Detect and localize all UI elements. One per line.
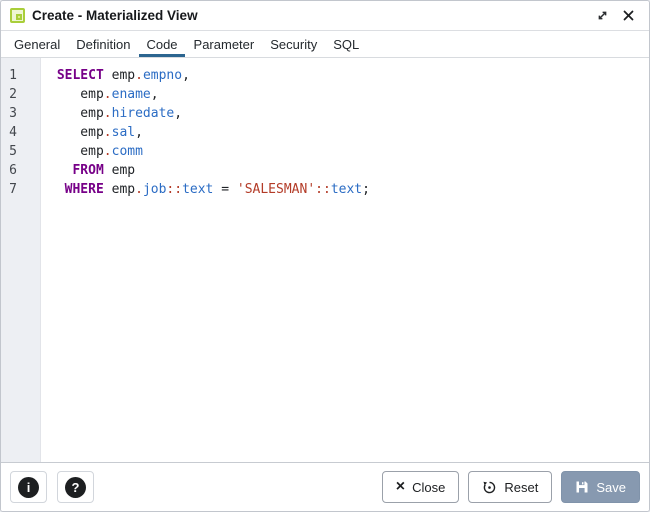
tab-sql[interactable]: SQL — [326, 31, 366, 57]
reset-icon — [482, 480, 497, 495]
expand-icon[interactable] — [593, 7, 611, 25]
reset-button-label: Reset — [504, 480, 538, 495]
info-icon: i — [18, 477, 39, 498]
line-number: 1 — [1, 66, 17, 85]
line-number: 4 — [1, 123, 17, 142]
code-line[interactable]: emp.hiredate, — [49, 104, 645, 123]
line-number: 6 — [1, 161, 17, 180]
code-line[interactable]: emp.ename, — [49, 85, 645, 104]
code-lines[interactable]: SELECT emp.empno, emp.ename, emp.hiredat… — [41, 58, 649, 462]
dialog-title: Create - Materialized View — [32, 8, 198, 23]
close-x-icon: × — [396, 479, 405, 495]
dialog-footer: i ? × Close Reset — [1, 462, 649, 511]
line-number-gutter: 1234567 — [1, 58, 41, 462]
tab-code[interactable]: Code — [139, 31, 184, 57]
close-button[interactable]: × Close — [382, 471, 460, 503]
code-line[interactable]: emp.comm — [49, 142, 645, 161]
code-line[interactable]: FROM emp — [49, 161, 645, 180]
line-number: 7 — [1, 180, 17, 199]
close-icon[interactable] — [619, 7, 637, 25]
dialog-titlebar: Create - Materialized View — [1, 1, 649, 31]
tab-parameter[interactable]: Parameter — [187, 31, 262, 57]
tab-security[interactable]: Security — [263, 31, 324, 57]
close-button-label: Close — [412, 480, 445, 495]
save-button-label: Save — [596, 480, 626, 495]
line-number: 5 — [1, 142, 17, 161]
line-number: 3 — [1, 104, 17, 123]
info-button[interactable]: i — [10, 471, 47, 503]
reset-button[interactable]: Reset — [468, 471, 552, 503]
save-floppy-icon — [575, 480, 589, 494]
save-button[interactable]: Save — [561, 471, 640, 503]
materialized-view-icon — [10, 8, 25, 23]
help-icon: ? — [65, 477, 86, 498]
code-line[interactable]: WHERE emp.job::text = 'SALESMAN'::text; — [49, 180, 645, 199]
help-button[interactable]: ? — [57, 471, 94, 503]
create-materialized-view-dialog: Create - Materialized View GeneralDefini… — [0, 0, 650, 512]
tab-definition[interactable]: Definition — [69, 31, 137, 57]
tab-general[interactable]: General — [7, 31, 67, 57]
dialog-tabbar: GeneralDefinitionCodeParameterSecuritySQ… — [1, 31, 649, 58]
code-line[interactable]: emp.sal, — [49, 123, 645, 142]
line-number: 2 — [1, 85, 17, 104]
sql-code-editor[interactable]: 1234567 SELECT emp.empno, emp.ename, emp… — [1, 58, 649, 462]
code-line[interactable]: SELECT emp.empno, — [49, 66, 645, 85]
